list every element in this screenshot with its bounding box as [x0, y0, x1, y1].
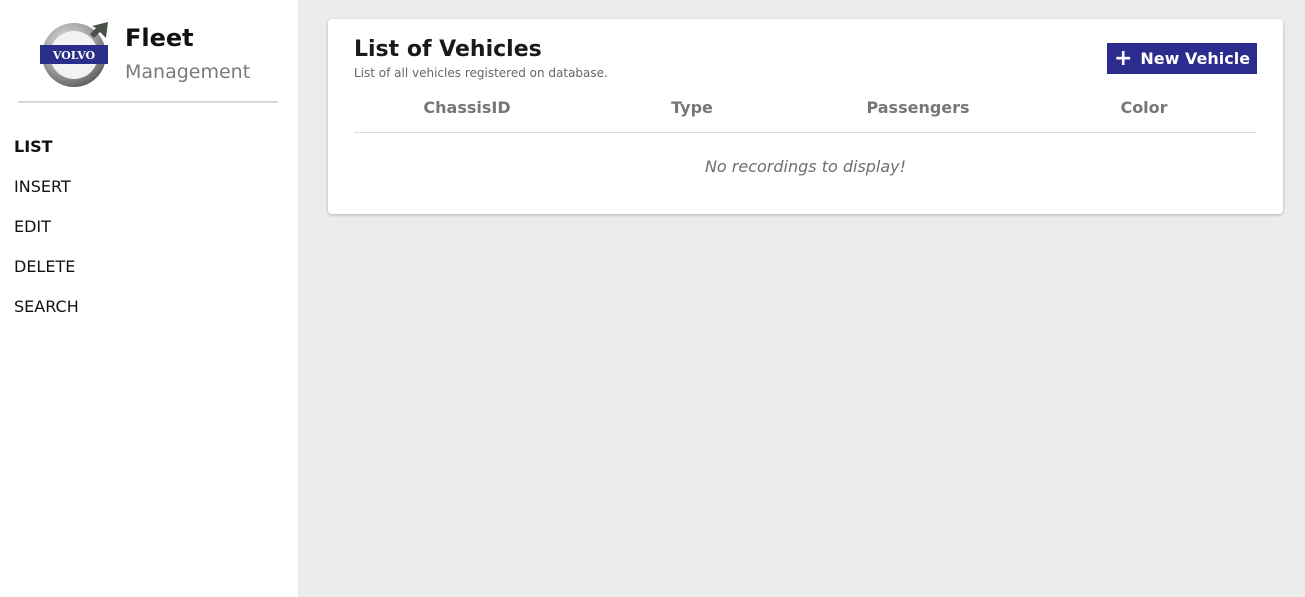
- page-title: List of Vehicles: [354, 37, 542, 62]
- vehicles-card: List of Vehicles List of all vehicles re…: [328, 19, 1283, 214]
- sidebar-nav: LIST INSERT EDIT DELETE SEARCH: [0, 130, 298, 330]
- brand-title: Fleet: [125, 24, 194, 52]
- volvo-logo: VOLVO: [40, 22, 108, 87]
- svg-text:VOLVO: VOLVO: [52, 49, 96, 62]
- column-header-passengers[interactable]: Passengers: [866, 98, 969, 117]
- plus-icon: +: [1113, 45, 1133, 71]
- new-vehicle-label: New Vehicle: [1140, 49, 1251, 68]
- sidebar-item-list[interactable]: LIST: [0, 130, 298, 170]
- sidebar-item-search[interactable]: SEARCH: [0, 290, 298, 330]
- page-subtitle: List of all vehicles registered on datab…: [354, 66, 608, 80]
- new-vehicle-button[interactable]: + New Vehicle: [1107, 43, 1257, 74]
- brand-divider: [18, 101, 278, 103]
- sidebar-item-edit[interactable]: EDIT: [0, 210, 298, 250]
- brand-subtitle: Management: [125, 61, 251, 83]
- column-header-color[interactable]: Color: [1120, 98, 1167, 117]
- brand: VOLVO Fleet Management: [0, 0, 298, 104]
- table-header: ChassisID Type Passengers Color: [354, 95, 1257, 133]
- sidebar-item-insert[interactable]: INSERT: [0, 170, 298, 210]
- column-header-chassisid[interactable]: ChassisID: [423, 98, 510, 117]
- empty-table-message: No recordings to display!: [704, 157, 907, 176]
- sidebar: VOLVO Fleet Management LIST INSERT EDIT …: [0, 0, 298, 597]
- sidebar-item-delete[interactable]: DELETE: [0, 250, 298, 290]
- column-header-type[interactable]: Type: [671, 98, 713, 117]
